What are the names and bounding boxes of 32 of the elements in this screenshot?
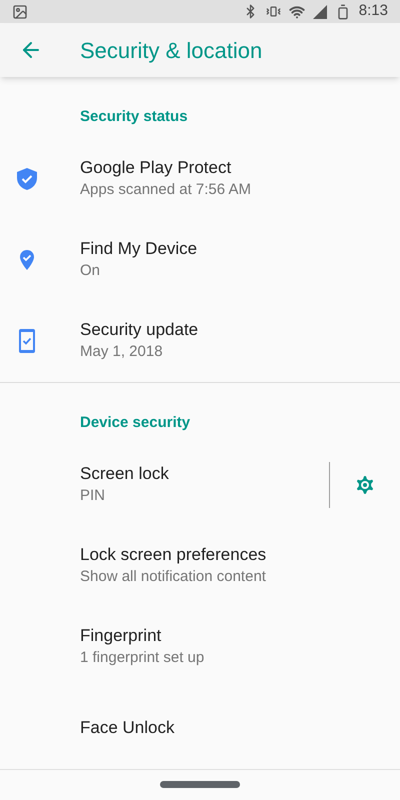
phone-check-icon [19,329,35,354]
item-title: Face Unlock [80,717,176,740]
clock: 8:13 [358,1,388,22]
settings-item[interactable]: Security update May 1, 2018 [0,300,400,382]
image-icon [12,4,28,20]
item-summary: May 1, 2018 [80,342,164,362]
item-summary: Show all notification content [80,567,267,588]
item-title: Screen lock [80,463,170,486]
settings-item[interactable]: Screen lock PIN [0,444,400,526]
settings-item[interactable]: Find My Device On [0,220,400,301]
vibrate-icon [266,4,281,20]
item-summary: On [80,261,102,282]
section-header: Device security [80,414,190,431]
settings-item[interactable]: Google Play Protect Apps scanned at 7:56 AM [0,138,400,220]
settings-item[interactable]: Face Unlock [0,688,400,769]
item-title: Lock screen preferences [80,544,268,566]
item-title: Security update [80,319,200,342]
item-summary: 1 fingerprint set up [80,648,206,668]
item-summary: PIN [80,486,106,506]
item-summary: Apps scanned at 7:56 AM [80,180,252,200]
signal-icon [312,4,327,19]
settings-item[interactable]: Fingerprint 1 fingerprint set up [0,606,400,688]
shield-check-icon [16,167,38,192]
wifi-icon [288,4,305,20]
settings-item[interactable]: Lock screen preferences Show all notification content [0,526,400,607]
item-title: Find My Device [80,238,198,260]
section-header: Security status [80,108,188,125]
home-handle[interactable] [160,781,240,788]
item-title: Google Play Protect [80,157,232,180]
item-title: Fingerprint [80,625,162,648]
location-check-icon [19,249,35,272]
screen-title: Security & location [80,36,262,65]
